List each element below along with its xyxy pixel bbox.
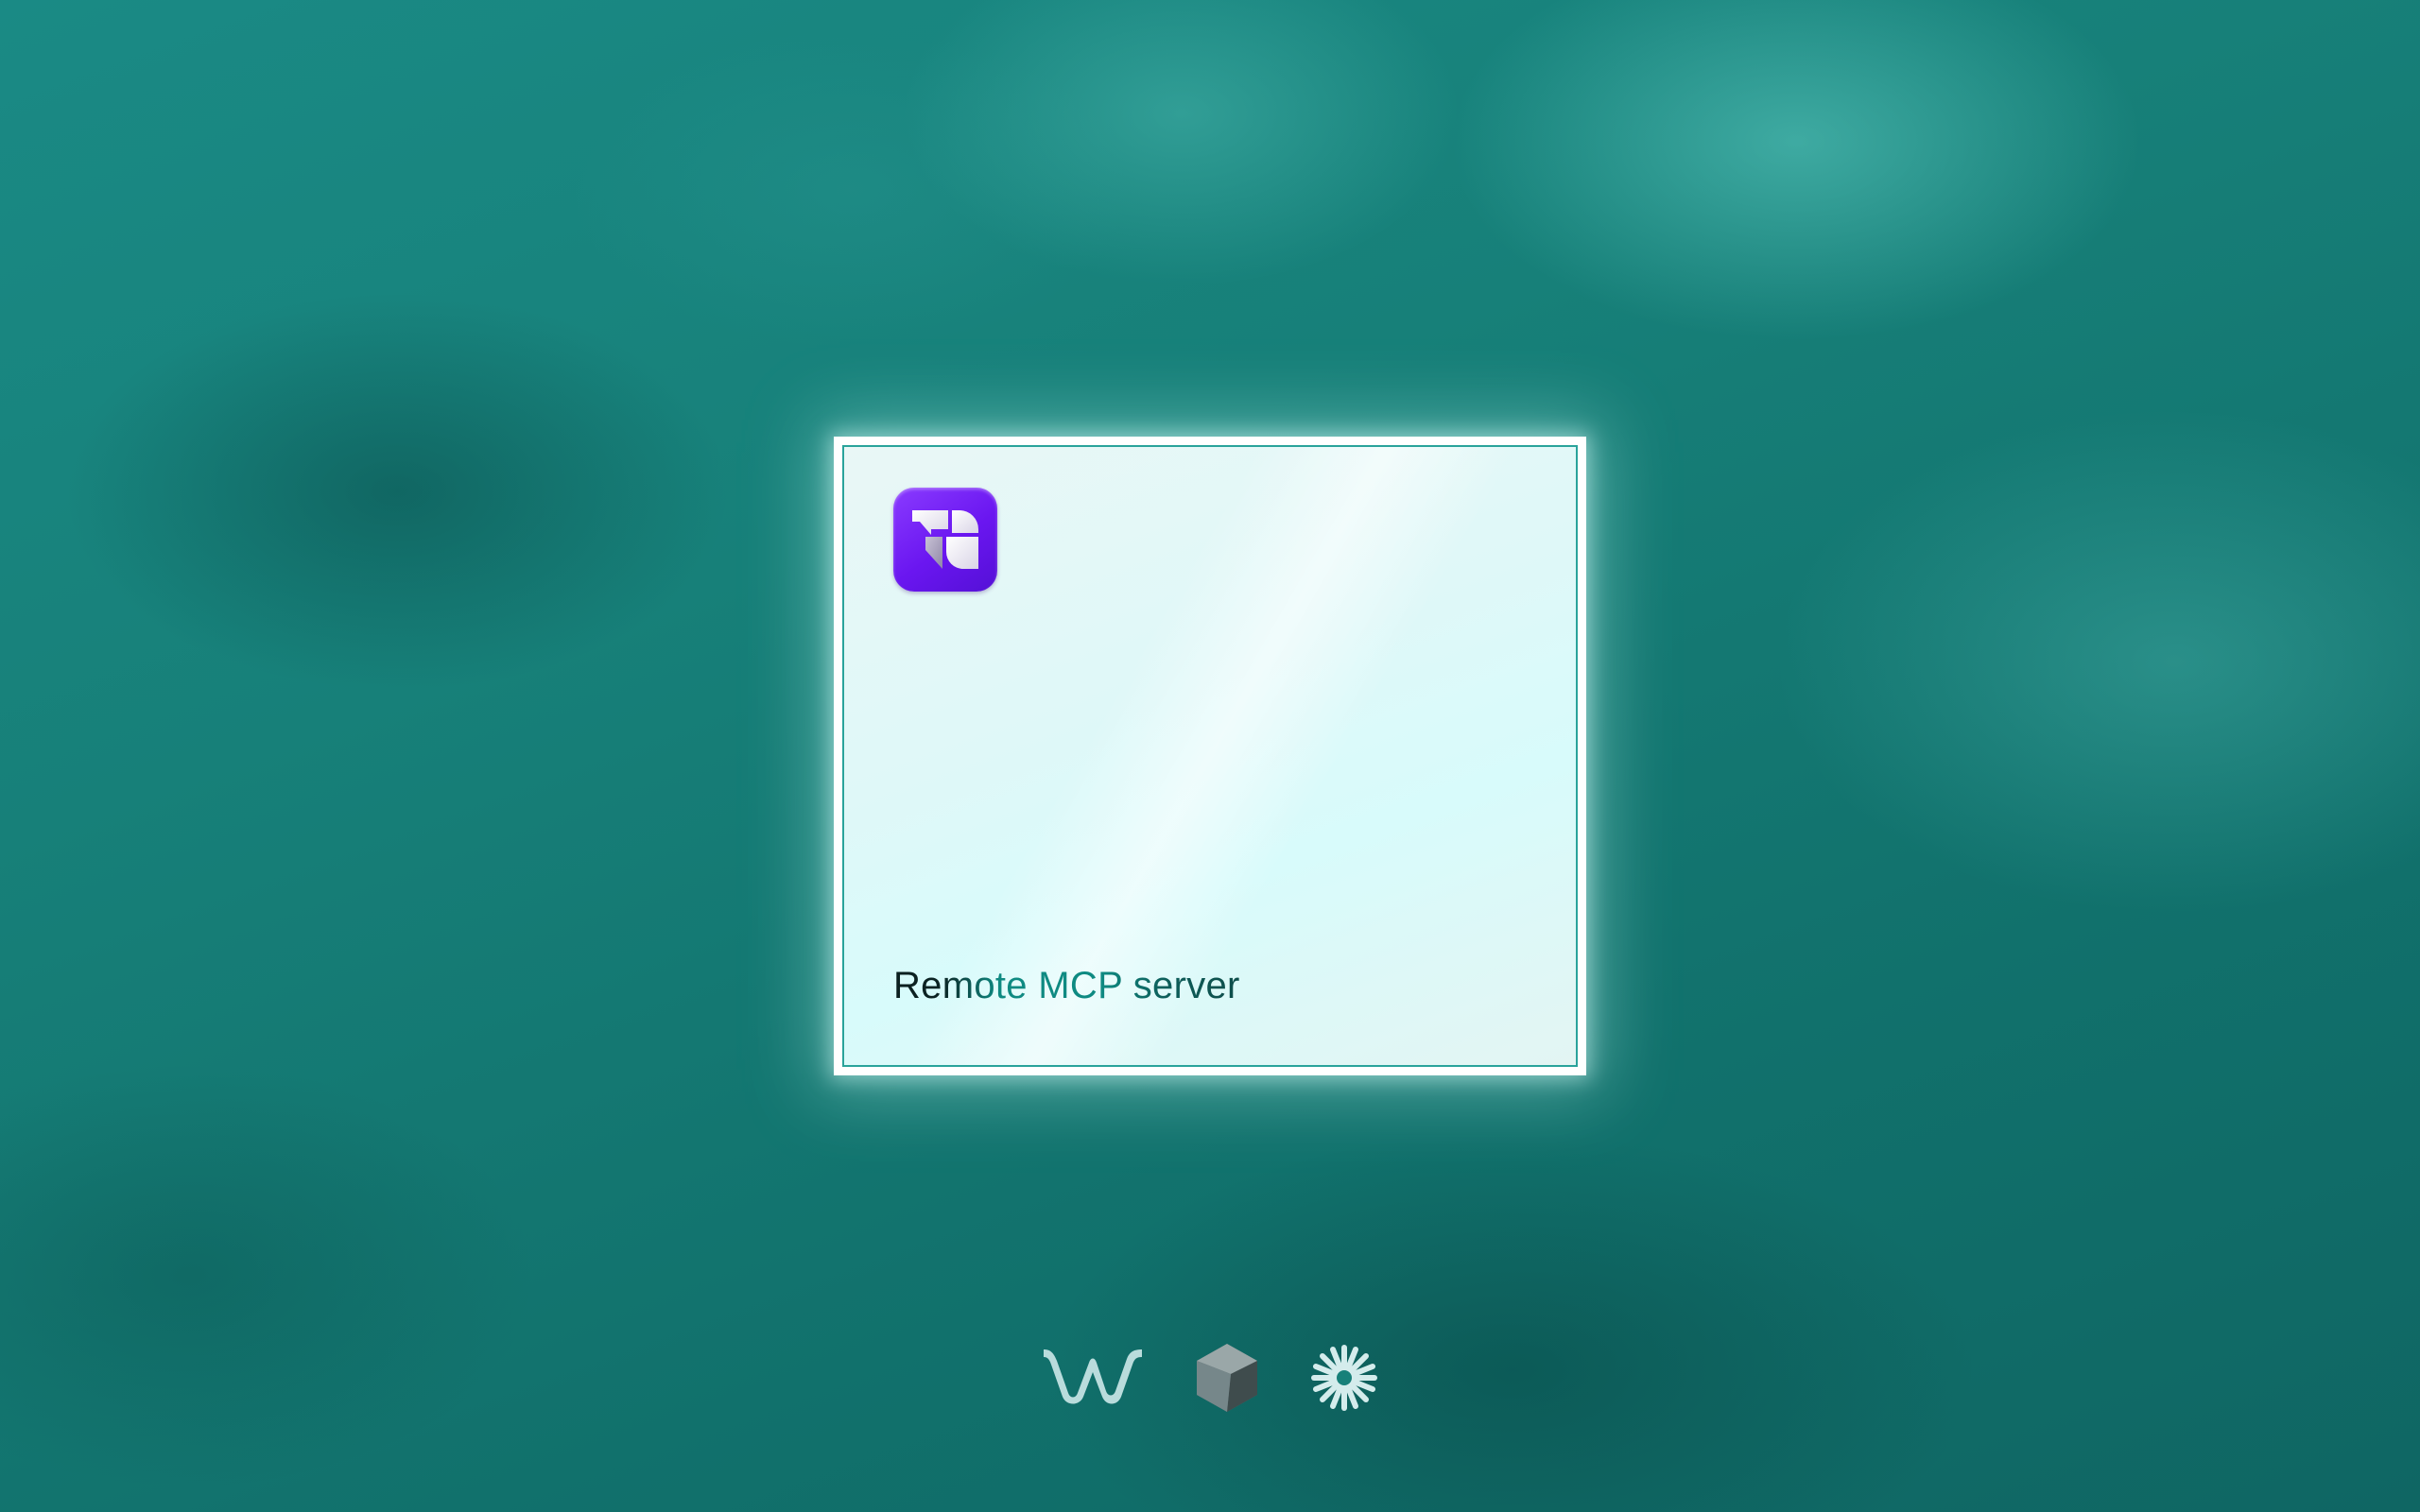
w-wave-logo-icon [1044,1349,1142,1404]
card-title: Remote MCP server [893,965,1240,1006]
footer-logos [1040,1342,1380,1418]
starburst-logo-icon [1311,1345,1377,1411]
server-card-panel: Remote MCP server [842,445,1578,1067]
app-logo-icon [893,488,997,592]
cube-logo-icon [1197,1344,1257,1412]
server-card[interactable]: Remote MCP server [834,437,1586,1075]
